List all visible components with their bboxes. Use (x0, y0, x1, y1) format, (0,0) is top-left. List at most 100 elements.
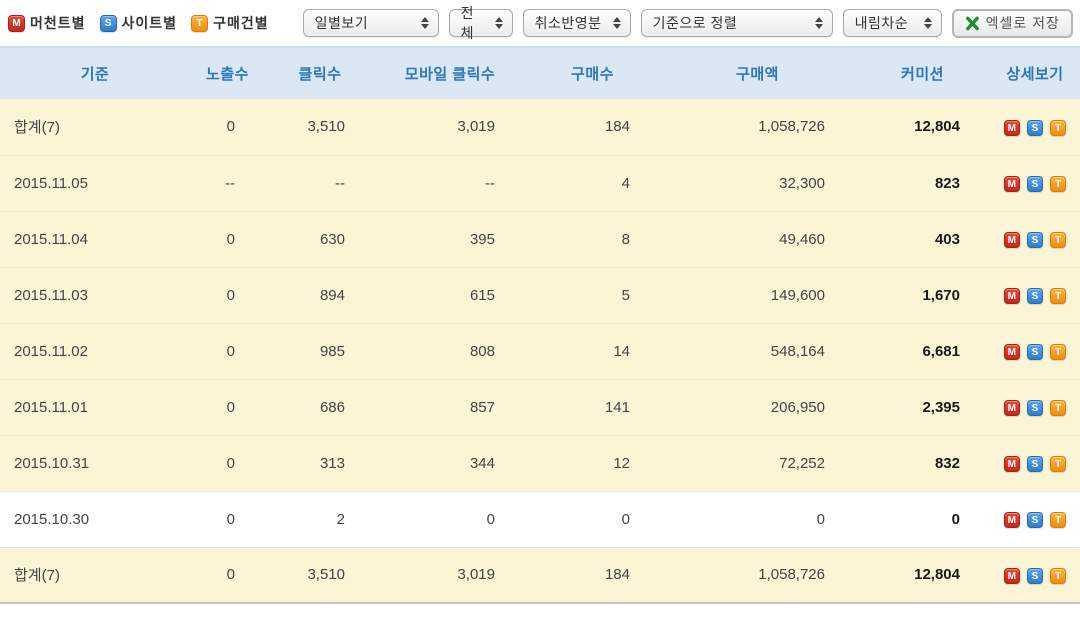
header-commission: 커미션 (855, 47, 990, 99)
mobile-clicks-cell: 3,019 (375, 99, 525, 155)
impressions-cell: 0 (190, 211, 265, 267)
cancellation-select[interactable]: 취소반영분 (523, 9, 631, 37)
detail-cell: M S T (990, 435, 1080, 491)
transaction-detail-icon[interactable]: T (1050, 120, 1066, 136)
commission-cell: 0 (855, 491, 990, 547)
merchant-detail-icon[interactable]: M (1004, 232, 1020, 248)
purchases-cell: 5 (525, 267, 660, 323)
table-row: 2015.11.01 0 686 857 141 206,950 2,395 M… (0, 379, 1080, 435)
sort-by-value: 기준으로 정렬 (653, 13, 738, 33)
header-mobile-clicks: 모바일 클릭수 (375, 47, 525, 99)
clicks-cell: 630 (265, 211, 375, 267)
sort-order-value: 내림차순 (855, 13, 909, 33)
transaction-detail-icon[interactable]: T (1050, 456, 1066, 472)
transaction-detail-icon[interactable]: T (1050, 288, 1066, 304)
site-detail-icon[interactable]: S (1027, 120, 1043, 136)
purchase-amount-cell: 1,058,726 (660, 99, 855, 155)
table-row: 합계(7) 0 3,510 3,019 184 1,058,726 12,804… (0, 547, 1080, 603)
merchant-icon: M (8, 15, 25, 32)
merchant-detail-icon[interactable]: M (1004, 344, 1020, 360)
filter-controls: 일별보기 전체 취소반영분 기준으로 정렬 내림차순 엑셀로 저장 (303, 9, 1073, 38)
legend-site: S 사이트별 (100, 13, 178, 33)
purchases-cell: 141 (525, 379, 660, 435)
excel-button-label: 엑셀로 저장 (986, 13, 1060, 33)
site-detail-icon[interactable]: S (1027, 568, 1043, 584)
header-impressions: 노출수 (190, 47, 265, 99)
purchases-cell: 14 (525, 323, 660, 379)
clicks-cell: 2 (265, 491, 375, 547)
purchase-amount-cell: 548,164 (660, 323, 855, 379)
impressions-cell: -- (190, 155, 265, 211)
sort-by-select[interactable]: 기준으로 정렬 (641, 9, 833, 37)
merchant-detail-icon[interactable]: M (1004, 288, 1020, 304)
mobile-clicks-cell: 808 (375, 323, 525, 379)
purchases-cell: 12 (525, 435, 660, 491)
purchase-amount-cell: 206,950 (660, 379, 855, 435)
mobile-clicks-cell: 3,019 (375, 547, 525, 603)
clicks-cell: -- (265, 155, 375, 211)
site-detail-icon[interactable]: S (1027, 288, 1043, 304)
site-detail-icon[interactable]: S (1027, 400, 1043, 416)
clicks-cell: 313 (265, 435, 375, 491)
site-detail-icon[interactable]: S (1027, 512, 1043, 528)
merchant-detail-icon[interactable]: M (1004, 120, 1020, 136)
merchant-detail-icon[interactable]: M (1004, 400, 1020, 416)
scope-select[interactable]: 전체 (449, 9, 513, 37)
transaction-detail-icon[interactable]: T (1050, 400, 1066, 416)
detail-cell: M S T (990, 547, 1080, 603)
mobile-clicks-cell: 615 (375, 267, 525, 323)
site-detail-icon[interactable]: S (1027, 232, 1043, 248)
purchase-amount-cell: 32,300 (660, 155, 855, 211)
detail-cell: M S T (990, 323, 1080, 379)
clicks-cell: 686 (265, 379, 375, 435)
excel-export-button[interactable]: 엑셀로 저장 (952, 9, 1073, 38)
transaction-detail-icon[interactable]: T (1050, 344, 1066, 360)
table-row: 2015.11.02 0 985 808 14 548,164 6,681 M … (0, 323, 1080, 379)
commission-cell: 403 (855, 211, 990, 267)
mobile-clicks-cell: 857 (375, 379, 525, 435)
mobile-clicks-cell: 0 (375, 491, 525, 547)
impressions-cell: 0 (190, 99, 265, 155)
row-label-cell: 합계(7) (0, 99, 190, 155)
toolbar: M 머천트별 S 사이트별 T 구매건별 일별보기 전체 취소반영분 기준으로 … (0, 0, 1080, 44)
purchase-amount-cell: 149,600 (660, 267, 855, 323)
clicks-cell: 3,510 (265, 99, 375, 155)
view-mode-select[interactable]: 일별보기 (303, 9, 439, 37)
clicks-cell: 894 (265, 267, 375, 323)
clicks-cell: 3,510 (265, 547, 375, 603)
transaction-detail-icon[interactable]: T (1050, 512, 1066, 528)
commission-cell: 6,681 (855, 323, 990, 379)
transaction-detail-icon[interactable]: T (1050, 176, 1066, 192)
merchant-detail-icon[interactable]: M (1004, 456, 1020, 472)
row-label-cell: 2015.10.30 (0, 491, 190, 547)
commission-cell: 823 (855, 155, 990, 211)
purchases-cell: 184 (525, 99, 660, 155)
table-row: 2015.11.05 -- -- -- 4 32,300 823 M S T (0, 155, 1080, 211)
table-row: 합계(7) 0 3,510 3,019 184 1,058,726 12,804… (0, 99, 1080, 155)
site-detail-icon[interactable]: S (1027, 456, 1043, 472)
legend-merchant: M 머천트별 (8, 13, 86, 33)
transaction-icon: T (191, 15, 208, 32)
transaction-detail-icon[interactable]: T (1050, 232, 1066, 248)
mobile-clicks-cell: 344 (375, 435, 525, 491)
cancellation-value: 취소반영분 (535, 13, 602, 33)
row-label-cell: 2015.11.01 (0, 379, 190, 435)
table-row: 2015.11.03 0 894 615 5 149,600 1,670 M S… (0, 267, 1080, 323)
purchases-cell: 4 (525, 155, 660, 211)
commission-cell: 2,395 (855, 379, 990, 435)
impressions-cell: 0 (190, 323, 265, 379)
detail-cell: M S T (990, 155, 1080, 211)
merchant-detail-icon[interactable]: M (1004, 512, 1020, 528)
impressions-cell: 0 (190, 379, 265, 435)
sort-order-select[interactable]: 내림차순 (843, 9, 942, 37)
site-detail-icon[interactable]: S (1027, 176, 1043, 192)
merchant-detail-icon[interactable]: M (1004, 568, 1020, 584)
merchant-detail-icon[interactable]: M (1004, 176, 1020, 192)
view-mode-value: 일별보기 (315, 13, 369, 33)
clicks-cell: 985 (265, 323, 375, 379)
select-arrows-icon (421, 17, 429, 29)
legend-transaction: T 구매건별 (191, 13, 269, 33)
purchases-cell: 8 (525, 211, 660, 267)
site-detail-icon[interactable]: S (1027, 344, 1043, 360)
transaction-detail-icon[interactable]: T (1050, 568, 1066, 584)
